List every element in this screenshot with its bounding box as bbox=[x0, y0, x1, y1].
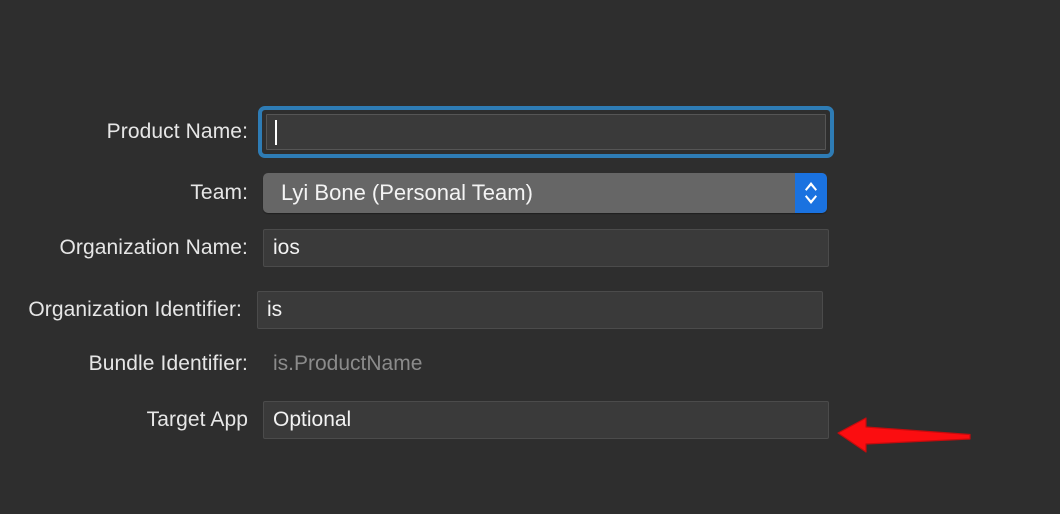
control-product-name bbox=[258, 106, 834, 158]
form-row-organization-identifier: Organization Identifier: is bbox=[0, 290, 1060, 330]
organization-identifier-value: is bbox=[267, 298, 283, 321]
form-row-product-name: Product Name: bbox=[0, 106, 1060, 158]
product-name-input[interactable] bbox=[266, 114, 826, 150]
label-product-name: Product Name: bbox=[106, 120, 248, 143]
label-organization-name: Organization Name: bbox=[59, 236, 248, 259]
target-app-value: Optional bbox=[273, 408, 352, 431]
label-team: Team: bbox=[190, 181, 248, 204]
organization-identifier-input[interactable]: is bbox=[257, 291, 823, 329]
control-team: Lyi Bone (Personal Team) bbox=[263, 173, 827, 213]
label-target-app: Target App bbox=[146, 408, 248, 431]
new-project-options-form: Product Name: Team: Lyi Bone (Personal T… bbox=[0, 0, 1060, 514]
label-organization-identifier: Organization Identifier: bbox=[28, 298, 242, 321]
text-cursor bbox=[275, 119, 277, 145]
label-bundle-identifier: Bundle Identifier: bbox=[88, 352, 248, 375]
bundle-identifier-value: is.ProductName bbox=[273, 352, 423, 375]
control-target-app: Optional bbox=[263, 401, 829, 439]
form-row-organization-name: Organization Name: ios bbox=[0, 228, 1060, 268]
team-stepper-icon[interactable] bbox=[795, 173, 827, 213]
product-name-field-focus-ring bbox=[258, 106, 834, 158]
form-row-team: Team: Lyi Bone (Personal Team) bbox=[0, 173, 1060, 213]
control-organization-identifier: is bbox=[257, 291, 823, 329]
control-bundle-identifier: is.ProductName bbox=[263, 345, 829, 383]
control-organization-name: ios bbox=[263, 229, 829, 267]
form-row-bundle-identifier: Bundle Identifier: is.ProductName bbox=[0, 344, 1060, 384]
team-selected-value: Lyi Bone (Personal Team) bbox=[281, 180, 533, 205]
organization-name-value: ios bbox=[273, 236, 300, 259]
organization-name-input[interactable]: ios bbox=[263, 229, 829, 267]
target-app-input[interactable]: Optional bbox=[263, 401, 829, 439]
form-row-target-app: Target App Optional bbox=[0, 400, 1060, 440]
team-popup-button[interactable]: Lyi Bone (Personal Team) bbox=[263, 173, 827, 213]
